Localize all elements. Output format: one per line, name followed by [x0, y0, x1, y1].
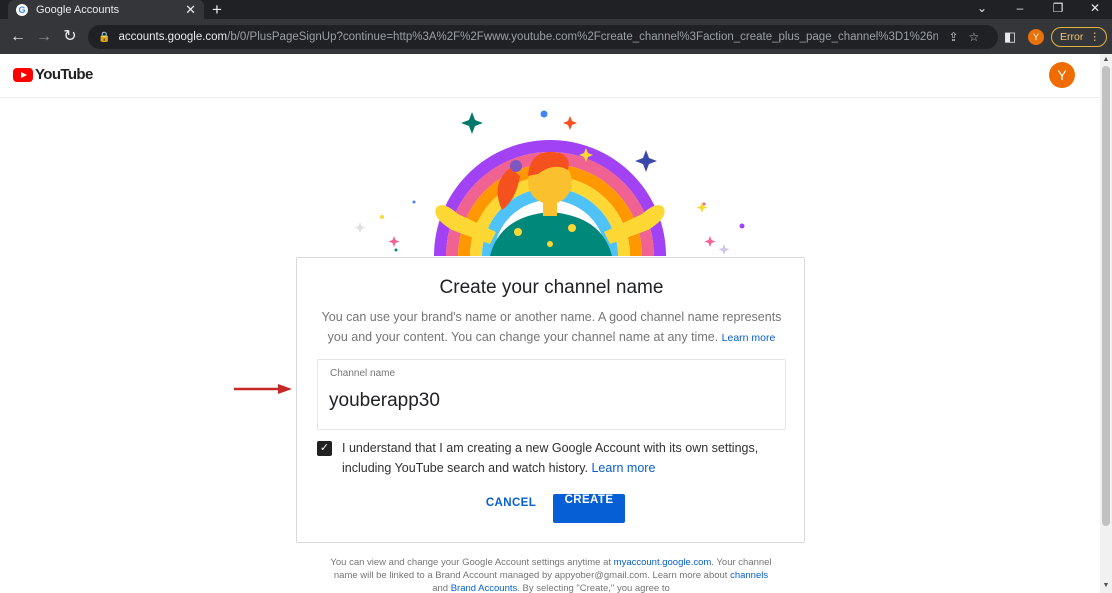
dialog-title: Create your channel name [439, 277, 664, 298]
tab-close-icon[interactable]: ✕ [185, 3, 196, 16]
youtube-wordmark: YouTube [35, 66, 93, 83]
google-favicon-icon: G [16, 3, 28, 16]
lock-icon[interactable]: 🔒 [98, 32, 110, 43]
rainbow-person-illustration [354, 110, 745, 256]
annotation-arrow-icon [234, 384, 292, 394]
error-label: Error [1060, 31, 1084, 43]
youtube-logo[interactable]: YouTube [13, 66, 93, 83]
restore-icon[interactable]: ❐ [1048, 0, 1068, 19]
profile-avatar[interactable]: Y [1028, 29, 1044, 45]
reload-icon[interactable]: ↻ [59, 19, 81, 54]
url-path: /b/0/PlusPageSignUp?continue=http%3A%2F%… [227, 31, 939, 43]
url-text[interactable]: accounts.google.com/b/0/PlusPageSignUp?c… [118, 31, 938, 43]
brand-accounts-link[interactable]: Brand Accounts [451, 583, 518, 593]
dialog-description-text: You can use your brand's name or another… [321, 310, 782, 344]
consent-row: ✓ I understand that I am creating a new … [317, 438, 787, 478]
myaccount-link[interactable]: myaccount.google.com [614, 557, 712, 568]
new-tab-icon[interactable]: + [212, 0, 222, 19]
tab-search-chevron-down-icon[interactable]: ⌄ [972, 0, 992, 19]
scroll-down-icon[interactable]: ▼ [1100, 582, 1112, 589]
minimize-icon[interactable]: – [1010, 0, 1030, 19]
channel-name-input[interactable] [329, 387, 769, 415]
address-bar[interactable]: 🔒 accounts.google.com/b/0/PlusPageSignUp… [88, 25, 998, 49]
browser-toolbar: ← → ↻ 🔒 accounts.google.com/b/0/PlusPage… [0, 19, 1112, 54]
description-learn-more-link[interactable]: Learn more [722, 332, 776, 344]
channel-name-field[interactable]: Channel name [317, 359, 786, 430]
forward-arrow-icon[interactable]: → [33, 19, 55, 54]
tab-title: Google Accounts [36, 3, 120, 16]
consent-checkbox[interactable]: ✓ [317, 441, 332, 456]
page-scrollbar[interactable]: ▲ ▼ [1100, 54, 1112, 593]
footnote-part1: You can view and change your Google Acco… [330, 557, 614, 568]
error-button[interactable]: Error ⋮ [1051, 27, 1107, 47]
window-close-icon[interactable]: ✕ [1085, 0, 1105, 19]
share-icon[interactable]: ⇪ [948, 30, 958, 44]
browser-tab-bar: G Google Accounts ✕ + ⌄ – ❐ ✕ [0, 0, 1112, 19]
scroll-thumb[interactable] [1102, 66, 1110, 526]
channel-name-label: Channel name [330, 368, 396, 379]
back-arrow-icon[interactable]: ← [7, 19, 29, 54]
side-panel-icon[interactable]: ◧ [1000, 19, 1020, 54]
cancel-button[interactable]: CANCEL [477, 497, 545, 519]
channels-link[interactable]: channels [730, 570, 768, 581]
scroll-up-icon[interactable]: ▲ [1100, 56, 1112, 63]
consent-learn-more-link[interactable]: Learn more [591, 461, 655, 475]
footnote-text: You can view and change your Google Acco… [326, 556, 776, 593]
browser-menu-icon[interactable]: ⋮ [1090, 28, 1101, 46]
account-avatar[interactable]: Y [1049, 62, 1075, 88]
consent-text: I understand that I am creating a new Go… [342, 441, 759, 475]
url-host: accounts.google.com [118, 31, 228, 43]
footnote-part3: and [432, 583, 451, 593]
footnote-part4: . By selecting "Create," you agree to [517, 583, 670, 593]
create-channel-dialog: Create your channel name You can use you… [296, 257, 805, 543]
browser-tab[interactable]: G Google Accounts ✕ [8, 0, 204, 19]
youtube-header: YouTube Y [0, 54, 1100, 98]
create-button[interactable]: CREATE [553, 494, 625, 523]
youtube-play-icon [13, 67, 33, 82]
bookmark-star-icon[interactable]: ☆ [969, 30, 980, 44]
consent-label: I understand that I am creating a new Go… [342, 438, 787, 478]
dialog-description: You can use your brand's name or another… [319, 307, 784, 348]
page-content: YouTube Y Create your channel name You c… [0, 54, 1100, 593]
